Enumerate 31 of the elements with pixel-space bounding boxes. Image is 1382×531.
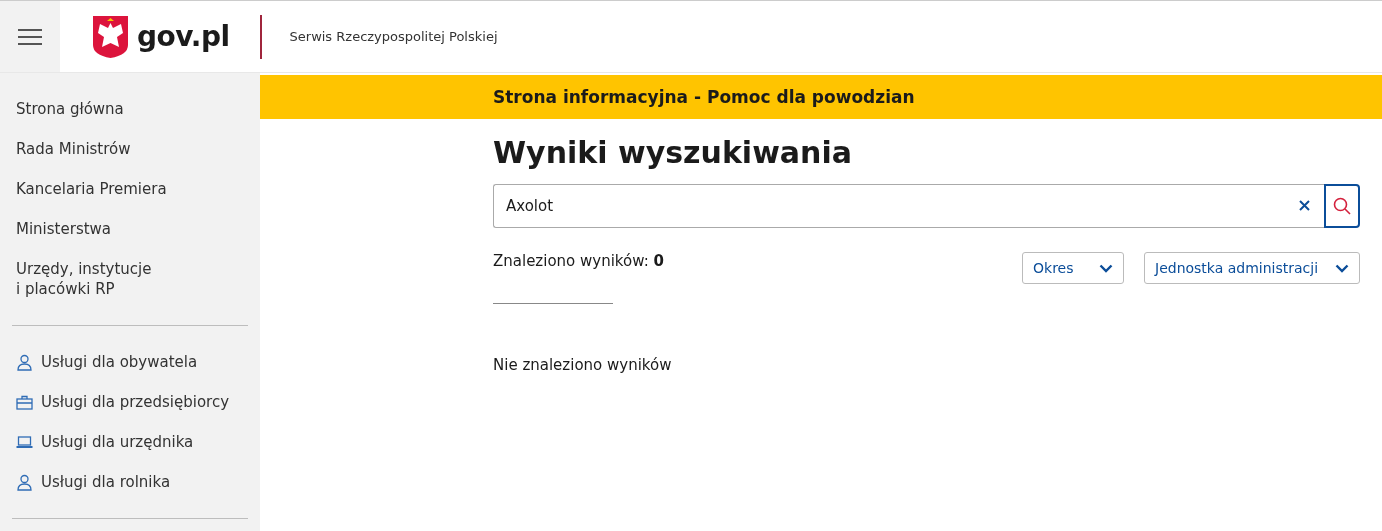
laptop-icon <box>16 435 33 449</box>
no-results-message: Nie znaleziono wyników <box>493 356 673 374</box>
menu-button[interactable] <box>0 1 60 72</box>
search-icon <box>1333 197 1351 215</box>
close-icon <box>1299 200 1310 211</box>
sidebar-link[interactable]: Urzędy, instytucje i placówki RP <box>16 249 244 309</box>
person-icon <box>16 473 33 491</box>
site-tagline: Serwis Rzeczypospolitej Polskiej <box>289 29 498 44</box>
menu-icon <box>18 28 42 45</box>
briefcase-icon <box>16 394 33 410</box>
service-link[interactable]: Usługi dla przedsiębiorcy <box>16 382 244 422</box>
results-count: Znaleziono wyników: 0 <box>493 252 665 270</box>
filter-dropdown[interactable]: Okres <box>1022 252 1124 284</box>
service-link[interactable]: Usługi dla obywatela <box>16 342 244 382</box>
sidebar-link[interactable]: Rada Ministrów <box>16 129 244 169</box>
chevron-icon <box>1099 263 1113 273</box>
service-link[interactable]: Usługi dla urzędnika <box>16 422 244 462</box>
page-heading: Wyniki wyszukiwania <box>493 135 853 170</box>
person-icon <box>16 353 33 371</box>
sidebar-link[interactable]: Ministerstwa <box>16 209 244 249</box>
info-banner[interactable]: Strona informacyjna - Pomoc dla powodzian <box>260 75 1382 119</box>
search-button[interactable] <box>1324 184 1360 228</box>
search-field[interactable]: Axolot <box>493 184 1324 228</box>
chevron-icon <box>1335 263 1349 273</box>
filter-dropdown[interactable]: Jednostka administracji <box>1144 252 1360 284</box>
service-link[interactable]: Usługi dla rolnika <box>16 462 244 502</box>
logo-text[interactable]: gov.pl <box>137 20 230 53</box>
sidebar-link[interactable]: Kancelaria Premiera <box>16 169 244 209</box>
emblem-icon <box>92 14 129 59</box>
sidebar-link[interactable]: Strona główna <box>16 89 244 129</box>
clear-button[interactable] <box>1299 200 1310 211</box>
